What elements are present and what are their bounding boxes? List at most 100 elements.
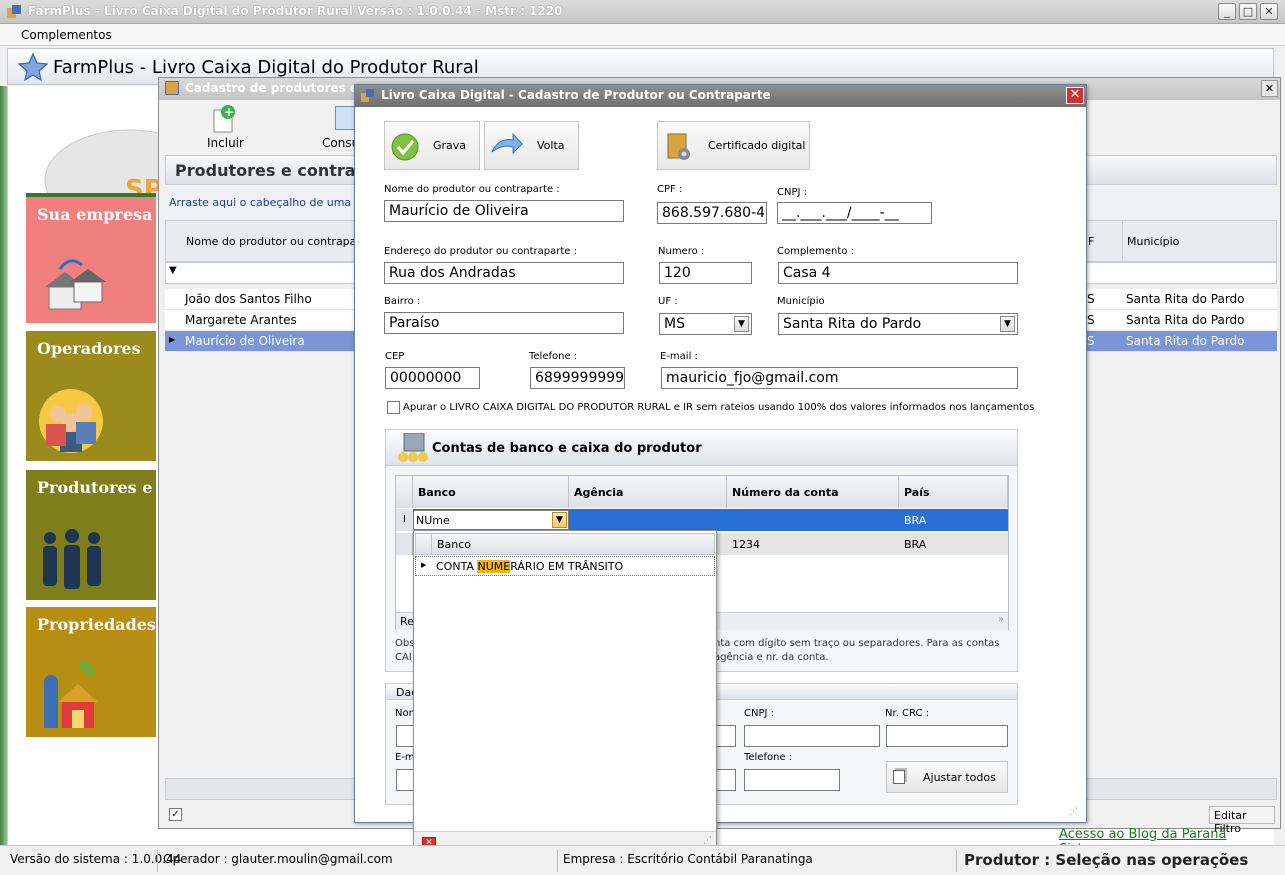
column-header-nome[interactable]: Nome do produtor ou contraparte [186, 235, 372, 248]
cpf-field[interactable]: 868.597.680-45 [657, 202, 767, 224]
users-group-icon [38, 528, 108, 597]
incluir-label: Incluir [207, 136, 244, 150]
telefone-field[interactable]: 68999999999 [530, 367, 625, 389]
endereco-label: Endereço do produtor ou contraparte : [384, 246, 577, 257]
bairro-field[interactable]: Paraíso [384, 312, 624, 334]
uf-select[interactable]: MS ▼ [659, 313, 752, 335]
uf-value: MS [664, 316, 685, 332]
item-text-before: CONTA [436, 560, 478, 573]
bairro-label: Bairro : [384, 296, 421, 307]
sidebar-item-sua-empresa[interactable]: Sua empresa [26, 193, 156, 323]
contas-panel-header: Contas de banco e caixa do produtor [386, 430, 1017, 466]
complemento-label: Complemento : [777, 246, 854, 257]
section-title: Produtores e contrapa [175, 161, 378, 180]
dropdown-item-label: CONTA NUMERÁRIO EM TRÂNSITO [436, 560, 623, 573]
filter-checkbox[interactable]: ✓ [169, 808, 182, 821]
status-separator [157, 850, 158, 872]
chevron-down-icon[interactable]: ▼ [1000, 316, 1015, 332]
star-icon [17, 52, 49, 85]
column-header-agencia[interactable]: Agência [569, 476, 727, 508]
item-text-after: RÁRIO EM TRÂNSITO [510, 560, 624, 573]
grava-button[interactable]: Grava [384, 121, 480, 170]
contas-edit-row[interactable]: I NUme ▼ BRA [396, 509, 1008, 531]
contas-footer-text: Re [400, 615, 414, 628]
maximize-button[interactable]: □ [1239, 3, 1257, 20]
status-operador: Operador : glauter.moulin@gmail.com [163, 852, 393, 866]
column-header-uf[interactable]: F [1088, 235, 1094, 248]
obs-text-left-2: CAI [395, 652, 412, 663]
dados-crc-field[interactable] [886, 725, 1008, 747]
sidebar-item-label: Operadores [37, 339, 141, 358]
cell-numero-conta: 1234 [732, 538, 760, 551]
sidebar-item-label: Propriedades [37, 615, 156, 634]
arrow-back-icon [489, 132, 523, 163]
main-title-bar: FarmPlus - Livro Caixa Digital do Produt… [0, 0, 1285, 24]
dropdown-item[interactable]: ▶ CONTA NUMERÁRIO EM TRÂNSITO [415, 556, 715, 576]
municipio-select[interactable]: Santa Rita do Pardo ▼ [778, 313, 1018, 335]
farm-icon [36, 661, 106, 735]
sidebar-item-produtores[interactable]: Produtores e c [26, 470, 168, 600]
cell-municipio: Santa Rita do Pardo [1126, 313, 1245, 327]
dialog-close-button[interactable]: ✕ [1066, 87, 1084, 104]
dialog-title-bar: Livro Caixa Digital - Cadastro de Produt… [355, 85, 1086, 107]
column-header-numero-conta[interactable]: Número da conta [727, 476, 899, 508]
dados-cnpj-field[interactable] [744, 725, 880, 747]
close-window-button[interactable]: ✕ [1260, 3, 1278, 20]
scroll-right-icon[interactable]: » [998, 614, 1004, 625]
chevron-down-icon[interactable]: ▼ [734, 316, 749, 332]
cell-pais: BRA [904, 538, 927, 551]
menu-complementos[interactable]: Complementos [21, 28, 112, 42]
column-header-banco[interactable]: Banco [413, 476, 569, 508]
column-header-municipio[interactable]: Município [1127, 235, 1179, 248]
numero-field[interactable]: 120 [659, 262, 752, 284]
row-pointer-icon: ▶ [421, 561, 427, 569]
certificado-button[interactable]: Certificado digital [657, 121, 810, 170]
sidebar-item-label: Sua empresa [37, 205, 153, 224]
copy-icon [893, 770, 905, 784]
item-text-highlight: NUME [477, 560, 511, 573]
minimize-button[interactable]: _ [1218, 3, 1236, 20]
cell-uf: S [1087, 334, 1095, 348]
cnpj-field[interactable]: __.___.___/____-__ [777, 202, 932, 224]
add-document-icon: + [211, 104, 237, 137]
chevron-down-icon[interactable]: ▼ [552, 512, 567, 528]
telefone-label: Telefone : [529, 351, 578, 362]
complemento-field[interactable]: Casa 4 [778, 262, 1018, 284]
apurar-checkbox[interactable] [387, 401, 400, 414]
numero-label: Numero : [658, 246, 705, 257]
cnpj-label: CNPJ : [777, 187, 807, 198]
dados-telefone-field[interactable] [744, 769, 840, 791]
banco-editor[interactable]: NUme ▼ [413, 510, 569, 530]
dropdown-column-banco[interactable]: Banco [437, 538, 471, 551]
endereco-field[interactable]: Rua dos Andradas [384, 262, 624, 284]
nome-field[interactable]: Maurício de Oliveira [384, 200, 624, 222]
filter-icon: ▼ [169, 265, 177, 276]
editar-filtro-button[interactable]: Editar Filtro [1209, 806, 1275, 835]
row-indicator [396, 533, 413, 555]
produtores-close-button[interactable]: ✕ [1261, 80, 1278, 97]
svg-text:+: + [224, 105, 234, 119]
ajustar-todos-button[interactable]: Ajustar todos [886, 761, 1008, 793]
obs-text-left-1: Obs [395, 638, 415, 649]
cep-field[interactable]: 00000000 [385, 367, 480, 389]
people-icon [36, 386, 106, 459]
sidebar-item-propriedades[interactable]: Propriedades [26, 607, 156, 737]
ajustar-todos-label: Ajustar todos [923, 771, 996, 784]
sidebar-item-operadores[interactable]: Operadores [26, 331, 156, 461]
email-field[interactable]: mauricio_fjo@gmail.com [661, 367, 1018, 389]
incluir-button[interactable]: + Incluir [205, 102, 245, 152]
cell-pais: BRA [904, 514, 927, 527]
group-hint: Arraste aqui o cabeçalho de uma colun [169, 196, 385, 209]
cell-uf: S [1087, 292, 1095, 306]
app-icon [6, 4, 22, 20]
dropdown-corner [416, 534, 432, 554]
dados-crc-label: Nr. CRC : [885, 708, 929, 719]
volta-button[interactable]: Volta [484, 121, 579, 170]
row-pointer-icon: ▶ [169, 335, 176, 344]
apurar-checkbox-label: Apurar o LIVRO CAIXA DIGITAL DO PRODUTOR… [403, 402, 1035, 413]
column-header-pais[interactable]: País [899, 476, 1008, 508]
contas-title: Contas de banco e caixa do produtor [432, 441, 702, 456]
resize-grip-icon[interactable]: ⋰ [1069, 807, 1078, 817]
uf-label: UF : [658, 296, 678, 307]
cep-label: CEP [385, 351, 405, 362]
